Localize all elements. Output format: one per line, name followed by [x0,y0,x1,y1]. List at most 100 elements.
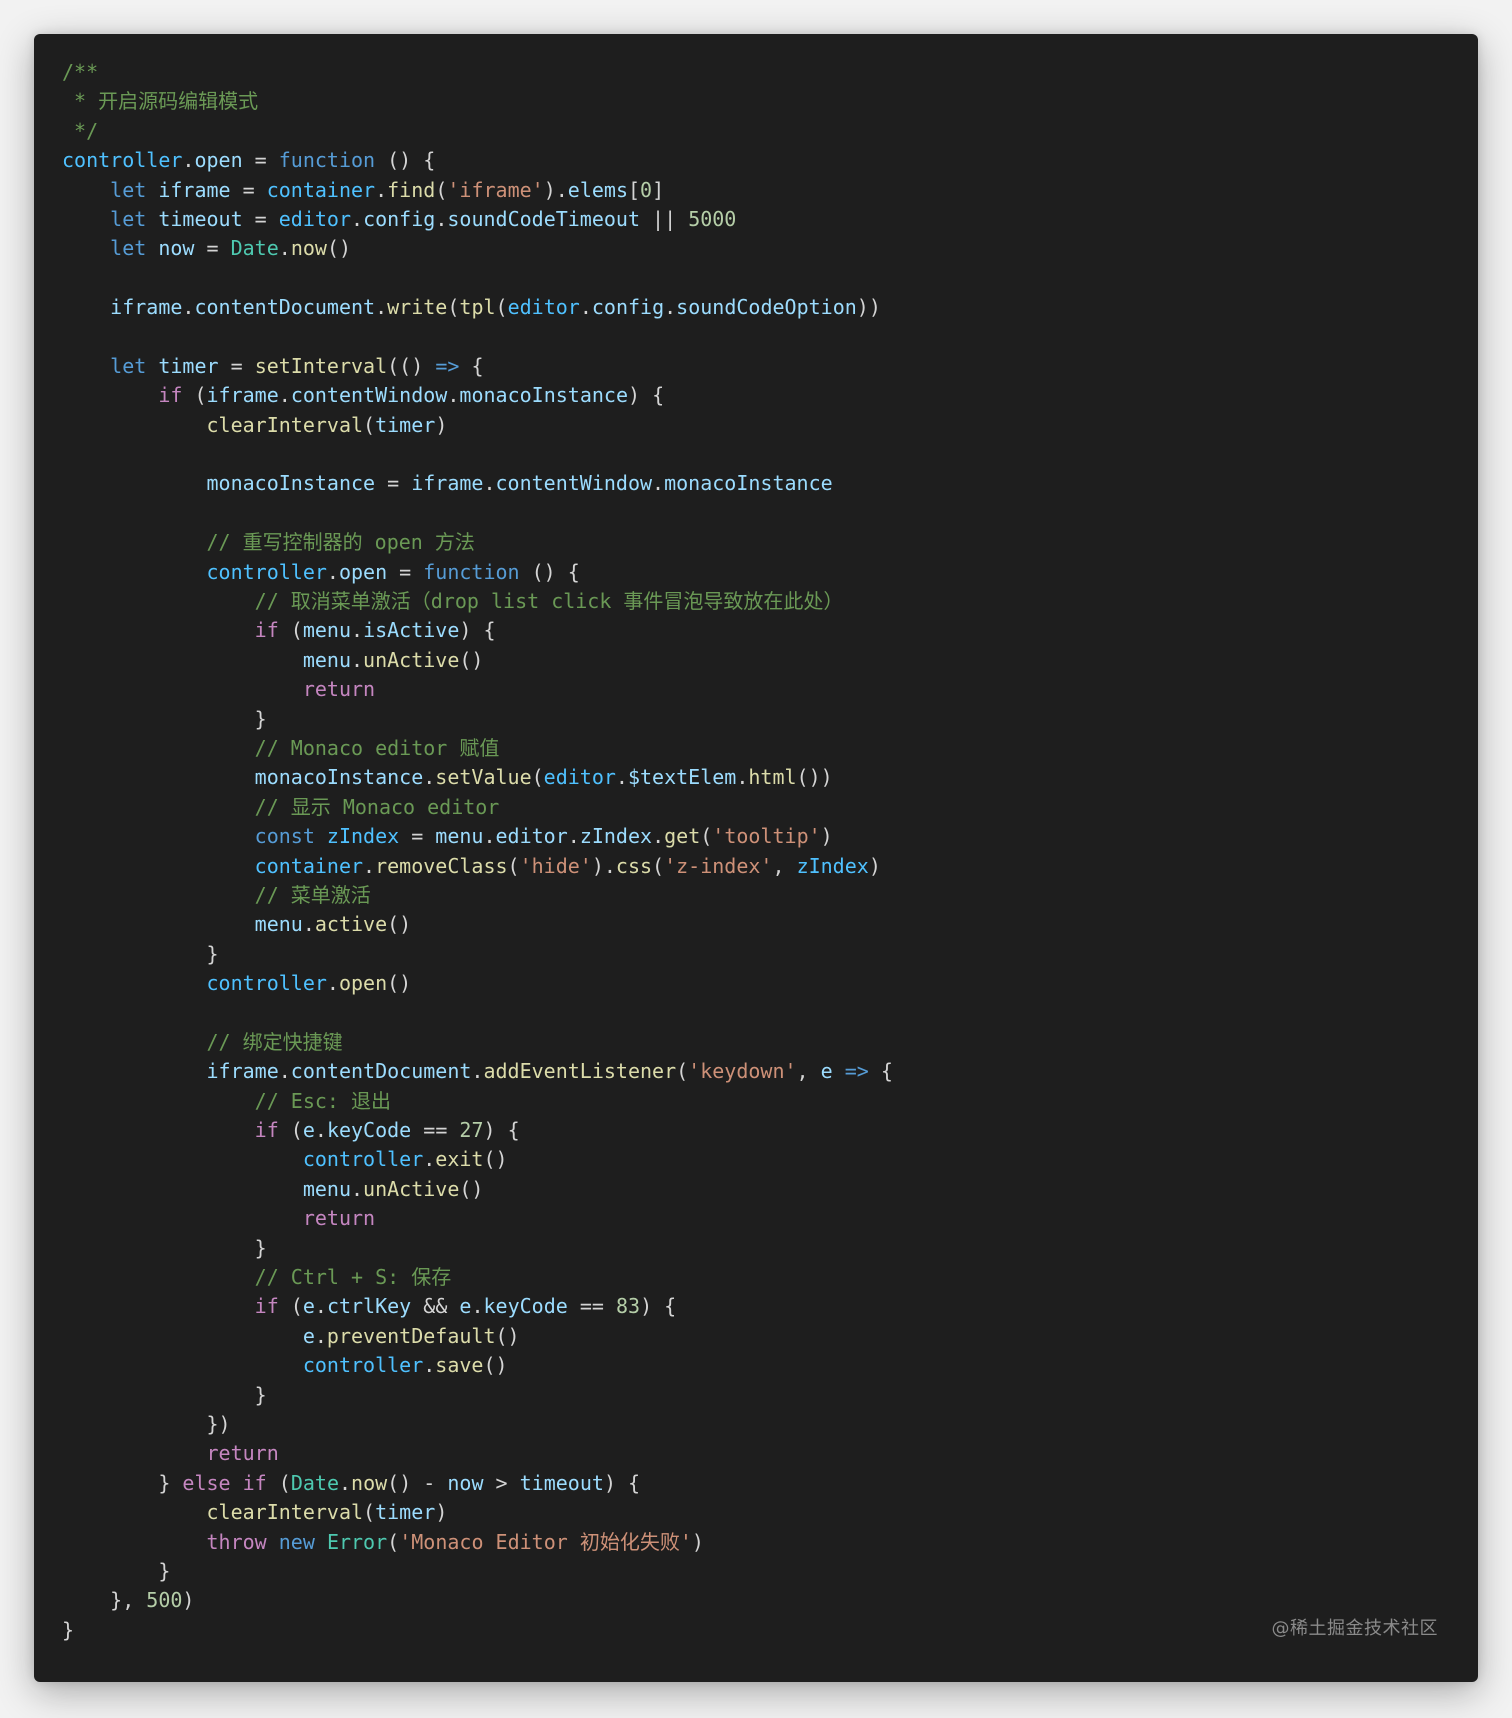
code-token: ). [543,177,568,202]
code-token: Date [230,236,279,261]
code-line: /** [62,58,893,87]
code-token: . [483,824,496,849]
code-token: . [351,647,364,672]
code-token: () { [519,559,580,584]
code-token: 'hide' [519,853,592,878]
code-token: == [411,1118,460,1143]
code-token: Date [290,1470,339,1495]
code-line: return [62,1439,893,1468]
code-token: = [194,236,231,261]
code-token: const [254,824,315,849]
code-token: controller [206,559,327,584]
code-line: * 开启源码编辑模式 [62,87,893,116]
code-token: if [158,383,183,408]
code-token: 500 [146,1588,183,1613]
code-token: Error [326,1529,388,1554]
code-token: > [483,1470,520,1495]
code-token: ). [591,853,616,878]
code-token: ) [435,412,448,437]
code-token: . [652,824,665,849]
code-token: controller [206,971,327,996]
code-token: unActive [363,647,460,672]
code-token: open [194,148,243,173]
code-token: . [339,1470,352,1495]
code-token: 'z-index' [664,853,773,878]
code-token: = [387,559,424,584]
code-token: () [326,236,352,261]
code-token: . [314,1323,327,1348]
code-token: // 菜单激活 [254,882,371,907]
code-token: = [230,177,267,202]
code-token: . [278,383,291,408]
code-token: ( [363,1500,376,1525]
code-token: timer [375,1500,436,1525]
code-token: function [278,148,376,173]
code-token: e [302,1294,315,1319]
code-token: soundCodeOption [676,295,857,320]
code-token: . [326,559,339,584]
code-token: clearInterval [206,412,364,437]
code-line: monacoInstance = iframe.contentWindow.mo… [62,469,893,498]
code-line: controller.open = function () { [62,146,893,175]
code-token: if [254,1294,279,1319]
code-token: contentWindow [290,383,448,408]
code-token: ( [266,1470,291,1495]
code-token: zIndex [326,824,400,849]
code-token: addEventListener [483,1059,677,1084]
code-token: || [640,206,689,231]
code-line: const zIndex = menu.editor.zIndex.get('t… [62,822,893,851]
code-line: controller.open() [62,969,893,998]
code-token: contentWindow [495,471,653,496]
code-token: 5000 [688,206,737,231]
code-line: if (menu.isActive) { [62,616,893,645]
code-line: } [62,1557,893,1586]
code-token: (() [387,353,436,378]
code-token: . [736,765,749,790]
code-token: keyCode [326,1118,412,1143]
code-token: */ [62,118,99,143]
code-line: menu.active() [62,910,893,939]
code-token: monacoInstance [254,765,424,790]
code-token: . [278,1059,291,1084]
code-line: clearInterval(timer) [62,1498,893,1527]
code-token: . [278,236,291,261]
code-token: menu [302,1176,351,1201]
code-token: // Monaco editor 赋值 [254,735,500,760]
code-block-card: /** * 开启源码编辑模式 */controller.open = funct… [34,34,1478,1682]
code-line: // Esc: 退出 [62,1087,893,1116]
code-token: && [411,1294,460,1319]
code-token: // 取消菜单激活（drop list click 事件冒泡导致放在此处） [254,589,844,614]
code-token: () [483,1147,508,1172]
code-token: } [62,706,267,731]
code-token: . [314,1118,327,1143]
code-token: ( [387,1529,400,1554]
code-token: . [314,1294,327,1319]
code-token: ( [278,1294,303,1319]
code-token: 'keydown' [688,1059,797,1084]
code-token: 'iframe' [447,177,544,202]
code-token: . [351,618,364,643]
code-line: let now = Date.now() [62,234,893,263]
code-token: ) [182,1588,195,1613]
code-token: isActive [363,618,460,643]
code-token: if [254,618,279,643]
code-token: zIndex [796,853,869,878]
code-token: . [351,206,364,231]
code-token: = [242,148,279,173]
